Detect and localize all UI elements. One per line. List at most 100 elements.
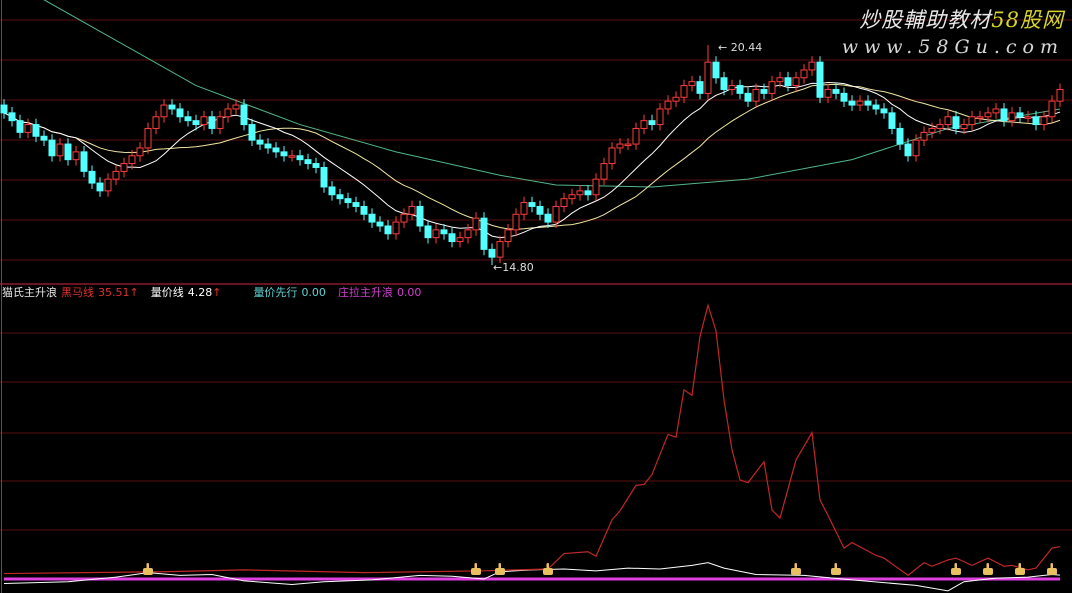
candle (168, 99, 176, 115)
candle (688, 75, 696, 92)
candle-body (920, 131, 928, 141)
legend-main-wave-value: 0.00 (396, 286, 422, 299)
candle (224, 103, 232, 123)
candle (576, 185, 584, 201)
candle-body (768, 81, 776, 94)
candle (1024, 110, 1032, 123)
candle (120, 157, 128, 178)
candle (728, 79, 736, 96)
candle (1008, 107, 1016, 127)
candle-body (840, 92, 848, 102)
candle (536, 200, 544, 221)
legend-black-horse-arrow: ↑ (129, 286, 139, 299)
candle-body (32, 124, 40, 137)
candle-body (456, 237, 464, 243)
candle (376, 216, 384, 232)
candle (56, 138, 64, 162)
candle-body (88, 170, 96, 184)
candle-body (624, 143, 632, 147)
candle (752, 83, 760, 108)
candle-body (224, 108, 232, 118)
candle (8, 107, 16, 127)
candle-body (536, 205, 544, 215)
volume-price-line (3, 562, 1061, 592)
candle-body (40, 135, 48, 141)
candle-body (800, 69, 808, 79)
candle-body (720, 77, 728, 90)
candle (104, 173, 112, 197)
candle (464, 224, 472, 244)
candle (1056, 83, 1064, 108)
candle-body (688, 81, 696, 87)
candle-body (752, 88, 760, 102)
candle (280, 146, 288, 162)
candle (944, 110, 952, 131)
candle-body (96, 182, 104, 192)
candle (704, 45, 712, 100)
legend-main-wave-label: 庄拉主升浪 (337, 286, 393, 299)
candle (248, 118, 256, 147)
candle-body (248, 124, 256, 141)
candle (992, 103, 1000, 119)
candle-body (952, 116, 960, 129)
candle-body (544, 213, 552, 223)
candle-body (808, 61, 816, 71)
candle-body (288, 155, 296, 158)
candle (40, 130, 48, 147)
candle-body (784, 77, 792, 87)
candle (152, 110, 160, 135)
candle-body (432, 229, 440, 239)
candle (328, 181, 336, 201)
hand-finger (498, 563, 501, 570)
hand-finger (954, 563, 957, 570)
indicator-name: 猫氏主升浪 (2, 286, 57, 299)
candle-body (496, 241, 504, 258)
candle (272, 142, 280, 158)
candle (744, 87, 752, 108)
candle-body (928, 127, 936, 133)
candle-body (280, 151, 288, 157)
candle (136, 142, 144, 162)
candle-body (104, 178, 112, 192)
candle (528, 196, 536, 213)
candle (832, 83, 840, 100)
candle (504, 224, 512, 248)
candle-body (416, 205, 424, 227)
candle (1016, 107, 1024, 123)
candle-body (912, 139, 920, 157)
hand-signal-icon (1015, 563, 1025, 575)
legend-lead-label: 量价先行 (253, 286, 298, 299)
candle (512, 208, 520, 236)
candle (360, 200, 368, 221)
candle-body (648, 120, 656, 126)
candle (672, 91, 680, 108)
candle (816, 56, 824, 104)
candle-body (696, 81, 704, 94)
watermark: 炒股輔助教材58股网 www.58Gu.com (842, 4, 1064, 58)
candle-body (1040, 116, 1048, 126)
candle-body (712, 61, 720, 79)
candle (336, 188, 344, 205)
candle (416, 200, 424, 232)
hand-signal-icon (495, 563, 505, 575)
candle (808, 56, 816, 76)
candle-body (208, 116, 216, 129)
candle-body (1056, 88, 1064, 102)
candle-body (328, 186, 336, 196)
hand-signal-icon (1047, 563, 1057, 575)
candle-body (80, 151, 88, 172)
watermark-title: 炒股輔助教材 (859, 8, 992, 32)
candle-body (184, 116, 192, 122)
candle (344, 192, 352, 209)
candle-body (872, 104, 880, 110)
candle-body (520, 202, 528, 215)
candle-body (368, 213, 376, 223)
candle-body (464, 229, 472, 239)
candle-body (896, 127, 904, 145)
candle (88, 165, 96, 189)
candle-body (584, 190, 592, 196)
candle-body (760, 88, 768, 94)
hand-finger (834, 563, 837, 570)
candle-body (968, 116, 976, 126)
candle (472, 212, 480, 236)
